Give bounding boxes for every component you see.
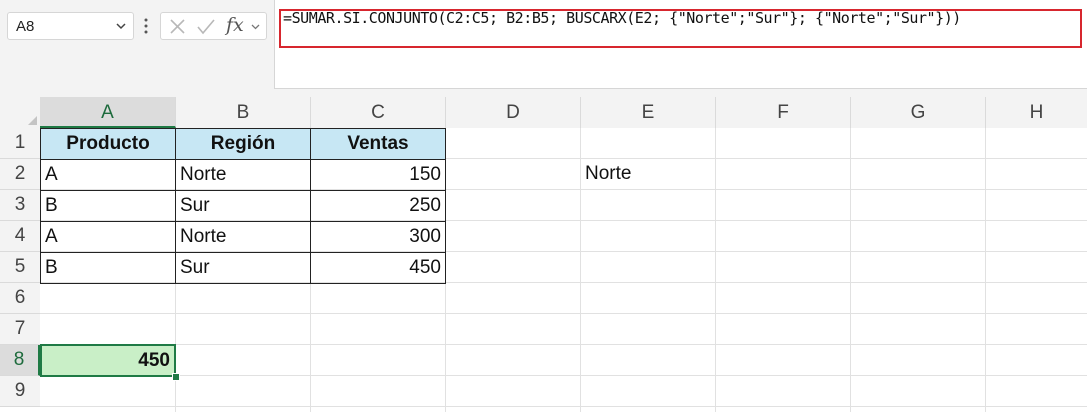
chevron-down-icon[interactable] (115, 20, 127, 32)
select-all-icon (28, 116, 37, 125)
column-header-c[interactable]: C (311, 97, 446, 128)
select-all-button[interactable] (0, 97, 40, 128)
cell-a1[interactable]: Producto (40, 128, 176, 160)
column-header-g[interactable]: G (851, 97, 986, 128)
gridline (40, 344, 1087, 345)
insert-function-button[interactable]: fx (226, 14, 244, 36)
column-header-h[interactable]: H (986, 97, 1087, 128)
cell-e2[interactable]: Norte (581, 159, 715, 189)
cell-c2[interactable]: 150 (310, 159, 446, 191)
formula-text: =SUMAR.SI.CONJUNTO(C2:C5; B2:B5; BUSCARX… (283, 9, 961, 27)
gridline (40, 313, 1087, 314)
row-header-5[interactable]: 5 (0, 252, 40, 283)
gridline (40, 406, 1087, 407)
cancel-icon[interactable] (169, 18, 186, 35)
row-header-6[interactable]: 6 (0, 283, 40, 314)
row-header-3[interactable]: 3 (0, 190, 40, 221)
chevron-down-icon[interactable] (250, 21, 261, 32)
fill-handle[interactable] (172, 373, 180, 381)
gridline (40, 375, 1087, 376)
cell-c4[interactable]: 300 (310, 221, 446, 253)
name-box-value: A8 (16, 18, 35, 35)
cell-b2[interactable]: Norte (175, 159, 311, 191)
formula-buttons: fx (160, 12, 267, 40)
row-header-4[interactable]: 4 (0, 221, 40, 252)
cell-b4[interactable]: Norte (175, 221, 311, 253)
cell-a3[interactable]: B (40, 190, 176, 222)
column-header-b[interactable]: B (176, 97, 311, 128)
cell-a8[interactable]: 450 (40, 344, 176, 377)
cell-c3[interactable]: 250 (310, 190, 446, 222)
gridline (850, 128, 851, 412)
row-header-2[interactable]: 2 (0, 159, 40, 190)
cell-c1[interactable]: Ventas (310, 128, 446, 160)
cell-c5[interactable]: 450 (310, 252, 446, 284)
row-header-8[interactable]: 8 (0, 345, 40, 376)
row-header-9[interactable]: 9 (0, 376, 40, 407)
check-icon[interactable] (196, 18, 216, 35)
name-box[interactable]: A8 (7, 12, 134, 40)
formula-bar-area: A8 fx =SUMAR.SI.CONJUNTO(C2:C5; B2:B5; B… (0, 0, 1087, 97)
column-header-f[interactable]: F (716, 97, 851, 128)
cell-b3[interactable]: Sur (175, 190, 311, 222)
cell-b5[interactable]: Sur (175, 252, 311, 284)
row-header-7[interactable]: 7 (0, 314, 40, 345)
formula-input[interactable]: =SUMAR.SI.CONJUNTO(C2:C5; B2:B5; BUSCARX… (274, 0, 1087, 89)
spreadsheet-grid[interactable]: A B C D E F G H 1 2 3 4 5 6 7 8 9 Produc… (0, 97, 1087, 412)
column-header-e[interactable]: E (581, 97, 716, 128)
more-options-icon[interactable] (143, 16, 149, 36)
column-header-d[interactable]: D (446, 97, 581, 128)
cell-b1[interactable]: Región (175, 128, 311, 160)
cell-a5[interactable]: B (40, 252, 176, 284)
cell-a4[interactable]: A (40, 221, 176, 253)
column-header-a[interactable]: A (40, 97, 176, 128)
cell-a2[interactable]: A (40, 159, 176, 191)
gridline (985, 128, 986, 412)
row-header-1[interactable]: 1 (0, 128, 40, 159)
gridline (715, 128, 716, 412)
